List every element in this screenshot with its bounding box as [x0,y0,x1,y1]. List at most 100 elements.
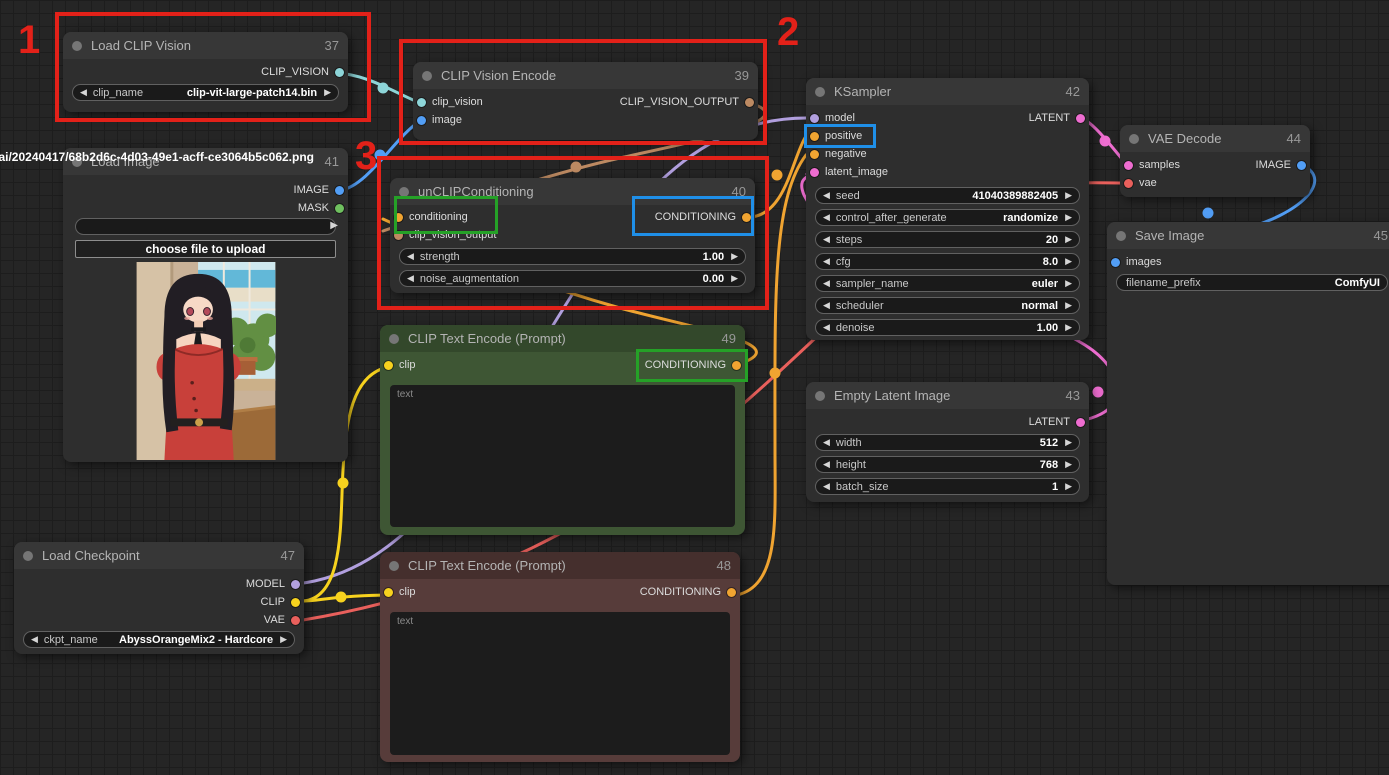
filename-prefix-widget[interactable]: filename_prefix ComfyUI [1116,274,1388,291]
node-ksampler[interactable]: KSampler 42 model LATENT positive negati… [806,78,1089,340]
image-filename-widget[interactable] [75,218,336,235]
node-empty-latent-image[interactable]: Empty Latent Image 43 LATENT ◀ width 512… [806,382,1089,502]
node-title-bar[interactable]: CLIP Text Encode (Prompt) 49 [380,325,745,352]
increment-arrow-icon[interactable]: ▶ [1065,301,1072,310]
cfg-widget[interactable]: ◀ cfg 8.0 ▶ [815,253,1080,270]
decrement-arrow-icon[interactable]: ◀ [823,323,830,332]
port-latent-image-input[interactable] [810,168,819,177]
decrement-arrow-icon[interactable]: ◀ [823,482,830,491]
port-clip-input[interactable] [384,588,393,597]
port-clip-vision-output-out[interactable] [745,98,754,107]
node-title-bar[interactable]: CLIP Text Encode (Prompt) 48 [380,552,740,579]
control-after-generate-widget[interactable]: ◀ control_after_generate randomize ▶ [815,209,1080,226]
collapse-dot-icon[interactable] [422,71,432,81]
sampler-name-widget[interactable]: ◀ sampler_name euler ▶ [815,275,1080,292]
strength-widget[interactable]: ◀ strength 1.00 ▶ [399,248,746,265]
height-widget[interactable]: ◀ height 768 ▶ [815,456,1080,473]
increment-arrow-icon[interactable]: ▶ [1065,438,1072,447]
port-conditioning-output[interactable] [732,361,741,370]
port-positive-input[interactable] [810,132,819,141]
port-samples-input[interactable] [1124,161,1133,170]
collapse-dot-icon[interactable] [1116,231,1126,241]
collapse-dot-icon[interactable] [72,41,82,51]
collapse-dot-icon[interactable] [815,391,825,401]
node-title-bar[interactable]: Load Checkpoint 47 [14,542,304,569]
decrement-arrow-icon[interactable]: ◀ [31,635,38,644]
increment-arrow-icon[interactable]: ▶ [1065,460,1072,469]
port-vae-output[interactable] [291,616,300,625]
increment-arrow-icon[interactable]: ▶ [1065,482,1072,491]
decrement-arrow-icon[interactable]: ◀ [407,274,414,283]
port-images-input[interactable] [1111,258,1120,267]
node-title-bar[interactable]: unCLIPConditioning 40 [390,178,755,205]
node-save-image[interactable]: Save Image 45 images filename_prefix Com… [1107,222,1389,585]
node-clip-text-encode-negative[interactable]: CLIP Text Encode (Prompt) 48 clip CONDIT… [380,552,740,762]
port-clip-input[interactable] [384,361,393,370]
node-title-bar[interactable]: KSampler 42 [806,78,1089,105]
port-clip-vision-input[interactable] [417,98,426,107]
increment-arrow-icon[interactable]: ▶ [731,252,738,261]
port-model-input[interactable] [810,114,819,123]
port-vae-input[interactable] [1124,179,1133,188]
scheduler-widget[interactable]: ◀ scheduler normal ▶ [815,297,1080,314]
noise-augmentation-widget[interactable]: ◀ noise_augmentation 0.00 ▶ [399,270,746,287]
decrement-arrow-icon[interactable]: ◀ [823,235,830,244]
increment-arrow-icon[interactable]: ▶ [1065,213,1072,222]
batch-size-widget[interactable]: ◀ batch_size 1 ▶ [815,478,1080,495]
collapse-dot-icon[interactable] [815,87,825,97]
port-clip-vision-output[interactable] [335,68,344,77]
port-conditioning-output[interactable] [742,213,751,222]
node-title-bar[interactable]: VAE Decode 44 [1120,125,1310,152]
width-widget[interactable]: ◀ width 512 ▶ [815,434,1080,451]
prompt-textarea[interactable]: text [390,385,735,527]
port-clip-output[interactable] [291,598,300,607]
increment-arrow-icon[interactable]: ▶ [1065,279,1072,288]
port-conditioning-output[interactable] [727,588,736,597]
increment-arrow-icon[interactable]: ▶ [1065,235,1072,244]
ckpt-name-widget[interactable]: ◀ ckpt_name AbyssOrangeMix2 - Hardcore ▶ [23,631,295,648]
node-load-clip-vision[interactable]: Load CLIP Vision 37 CLIP_VISION ◀ clip_n… [63,32,348,112]
port-conditioning-input[interactable] [394,213,403,222]
collapse-dot-icon[interactable] [389,334,399,344]
collapse-dot-icon[interactable] [389,561,399,571]
node-clip-vision-encode[interactable]: CLIP Vision Encode 39 clip_vision CLIP_V… [413,62,758,140]
increment-arrow-icon[interactable]: ▶ [1065,257,1072,266]
collapse-dot-icon[interactable] [399,187,409,197]
port-image-input[interactable] [417,116,426,125]
decrement-arrow-icon[interactable]: ◀ [407,252,414,261]
graph-canvas[interactable]: Load CLIP Vision 37 CLIP_VISION ◀ clip_n… [0,0,1389,775]
decrement-arrow-icon[interactable]: ◀ [823,460,830,469]
node-title-bar[interactable]: CLIP Vision Encode 39 [413,62,758,89]
clip-name-widget[interactable]: ◀ clip_name clip-vit-large-patch14.bin ▶ [72,84,339,101]
decrement-arrow-icon[interactable]: ◀ [823,301,830,310]
node-unclip-conditioning[interactable]: unCLIPConditioning 40 conditioning CONDI… [390,178,755,293]
increment-arrow-icon[interactable]: ▶ [280,635,287,644]
steps-widget[interactable]: ◀ steps 20 ▶ [815,231,1080,248]
node-load-image[interactable]: Load Image 41 IMAGE MASK aart.ai/2024041… [63,148,348,462]
decrement-arrow-icon[interactable]: ◀ [823,279,830,288]
increment-arrow-icon[interactable]: ▶ [1065,191,1072,200]
denoise-widget[interactable]: ◀ denoise 1.00 ▶ [815,319,1080,336]
node-clip-text-encode-positive[interactable]: CLIP Text Encode (Prompt) 49 clip CONDIT… [380,325,745,535]
increment-arrow-icon[interactable]: ▶ [1065,323,1072,332]
node-load-checkpoint[interactable]: Load Checkpoint 47 MODEL CLIP VAE [14,542,304,654]
node-title-bar[interactable]: Empty Latent Image 43 [806,382,1089,409]
decrement-arrow-icon[interactable]: ◀ [823,213,830,222]
port-negative-input[interactable] [810,150,819,159]
decrement-arrow-icon[interactable]: ◀ [80,88,87,97]
increment-arrow-icon[interactable]: ▶ [731,274,738,283]
port-model-output[interactable] [291,580,300,589]
port-latent-output[interactable] [1076,418,1085,427]
port-image-output[interactable] [1297,161,1306,170]
seed-widget[interactable]: ◀ seed 41040389882405 ▶ [815,187,1080,204]
decrement-arrow-icon[interactable]: ◀ [823,438,830,447]
port-latent-output[interactable] [1076,114,1085,123]
node-title-bar[interactable]: Save Image 45 [1107,222,1389,249]
node-vae-decode[interactable]: VAE Decode 44 samples IMAGE vae [1120,125,1310,197]
port-image-output[interactable] [335,186,344,195]
decrement-arrow-icon[interactable]: ◀ [823,257,830,266]
choose-file-button[interactable]: choose file to upload [75,240,336,258]
prompt-textarea[interactable]: text [390,612,730,755]
port-mask-output[interactable] [335,204,344,213]
port-clip-vision-output-input[interactable] [394,231,403,240]
